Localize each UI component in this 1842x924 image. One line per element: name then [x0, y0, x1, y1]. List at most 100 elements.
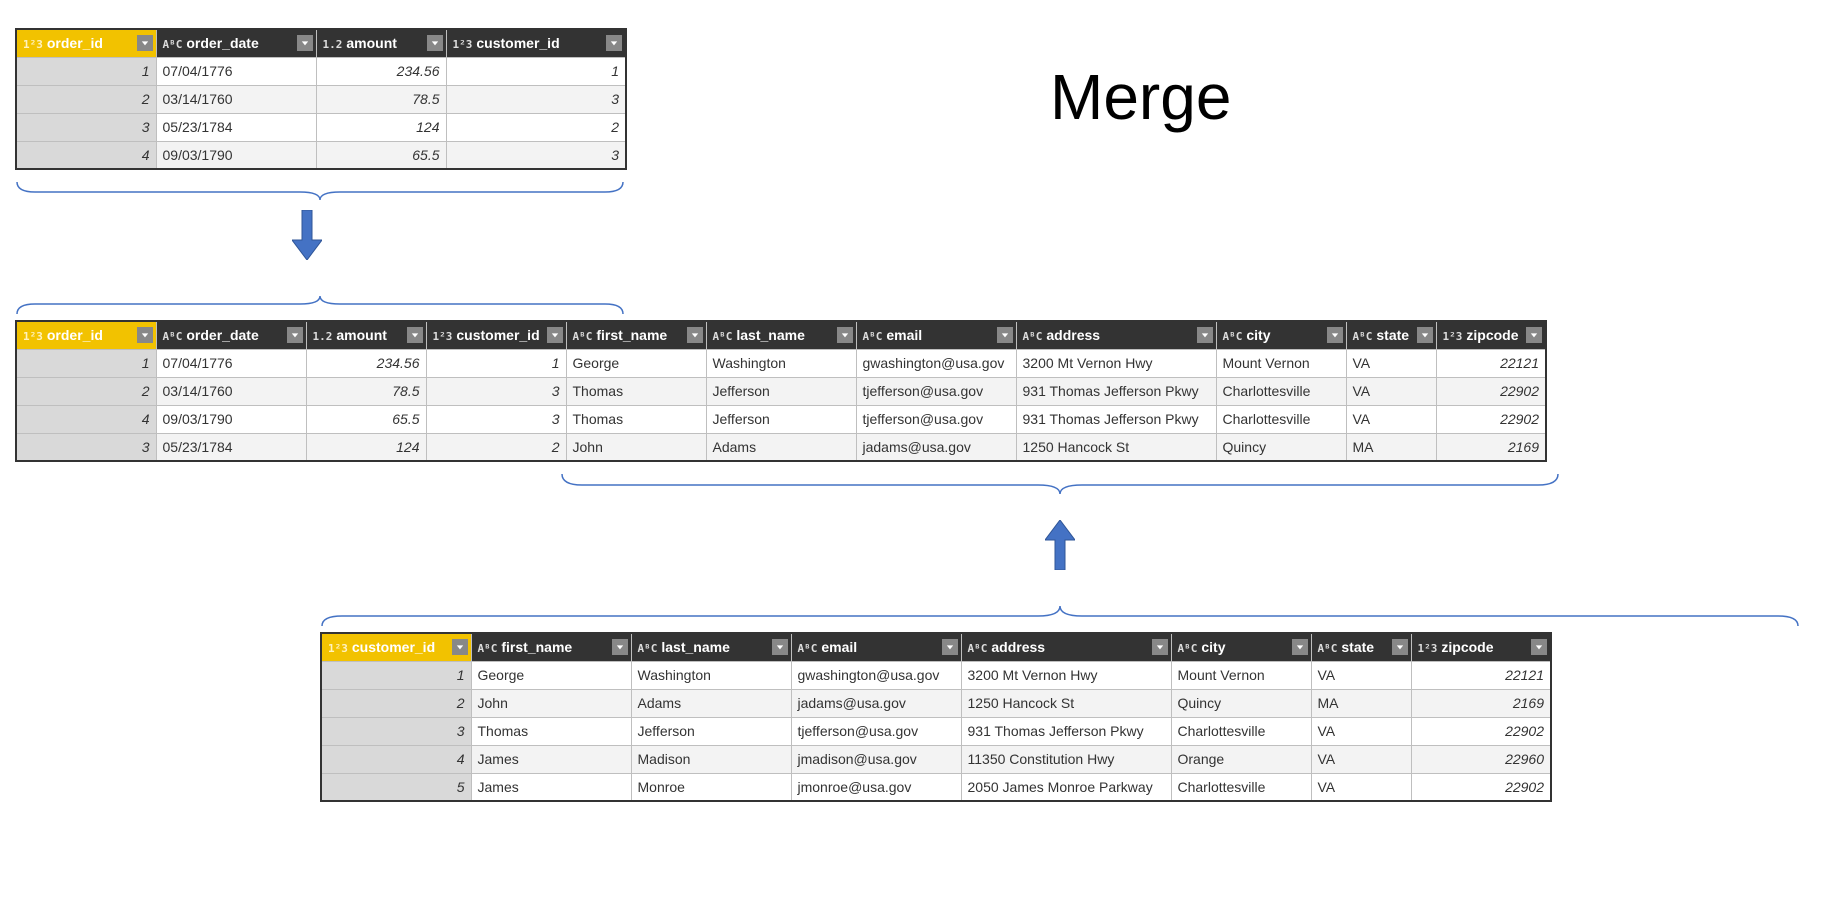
column-filter-dropdown[interactable] — [1292, 639, 1308, 655]
column-header-email[interactable]: AᴮCemail — [856, 321, 1016, 349]
column-header-first_name[interactable]: AᴮCfirst_name — [566, 321, 706, 349]
customers-table: 1²3customer_idAᴮCfirst_nameAᴮClast_nameA… — [320, 632, 1552, 802]
column-filter-dropdown[interactable] — [1327, 327, 1343, 343]
column-header-address[interactable]: AᴮCaddress — [961, 633, 1171, 661]
type-icon: 1.2 — [323, 38, 343, 51]
column-label: city — [1201, 639, 1225, 655]
column-header-address[interactable]: AᴮCaddress — [1016, 321, 1216, 349]
column-header-customer_id[interactable]: 1²3customer_id — [426, 321, 566, 349]
column-filter-dropdown[interactable] — [427, 35, 443, 51]
cell: MA — [1311, 689, 1411, 717]
column-header-city[interactable]: AᴮCcity — [1216, 321, 1346, 349]
cell: Charlottesville — [1216, 377, 1346, 405]
cell: Mount Vernon — [1171, 661, 1311, 689]
cell: 1250 Hancock St — [961, 689, 1171, 717]
column-filter-dropdown[interactable] — [137, 35, 153, 51]
cell: George — [566, 349, 706, 377]
cell: 2 — [426, 433, 566, 461]
column-header-order_date[interactable]: AᴮCorder_date — [156, 321, 306, 349]
cell: 22902 — [1436, 405, 1546, 433]
type-icon: AᴮC — [478, 642, 498, 655]
column-filter-dropdown[interactable] — [687, 327, 703, 343]
page-title: Merge — [1050, 60, 1231, 134]
column-filter-dropdown[interactable] — [547, 327, 563, 343]
column-filter-dropdown[interactable] — [1417, 327, 1433, 343]
orders-table: 1²3order_idAᴮCorder_date1.2amount1²3cust… — [15, 28, 627, 170]
column-filter-dropdown[interactable] — [612, 639, 628, 655]
cell: John — [471, 689, 631, 717]
cell: tjefferson@usa.gov — [856, 377, 1016, 405]
column-header-order_id[interactable]: 1²3order_id — [16, 29, 156, 57]
column-header-state[interactable]: AᴮCstate — [1346, 321, 1436, 349]
row-index: 2 — [321, 689, 471, 717]
column-header-state[interactable]: AᴮCstate — [1311, 633, 1411, 661]
column-header-amount[interactable]: 1.2amount — [316, 29, 446, 57]
type-icon: AᴮC — [1023, 330, 1043, 343]
type-icon: AᴮC — [1223, 330, 1243, 343]
column-filter-dropdown[interactable] — [407, 327, 423, 343]
cell: Charlottesville — [1216, 405, 1346, 433]
cell: 931 Thomas Jefferson Pkwy — [1016, 405, 1216, 433]
cell: George — [471, 661, 631, 689]
column-label: amount — [336, 327, 387, 343]
column-header-order_id[interactable]: 1²3order_id — [16, 321, 156, 349]
column-filter-dropdown[interactable] — [287, 327, 303, 343]
brace-merged-top — [15, 296, 625, 316]
column-label: state — [1376, 327, 1409, 343]
column-filter-dropdown[interactable] — [1152, 639, 1168, 655]
type-icon: AᴮC — [573, 330, 593, 343]
column-filter-dropdown[interactable] — [1392, 639, 1408, 655]
column-header-customer_id[interactable]: 1²3customer_id — [446, 29, 626, 57]
column-label: order_date — [186, 327, 258, 343]
table-row: 1GeorgeWashingtongwashington@usa.gov3200… — [321, 661, 1551, 689]
table-row: 409/03/179065.53 — [16, 141, 626, 169]
column-filter-dropdown[interactable] — [452, 639, 468, 655]
cell: VA — [1311, 745, 1411, 773]
type-icon: AᴮC — [713, 330, 733, 343]
column-filter-dropdown[interactable] — [1197, 327, 1213, 343]
column-label: first_name — [501, 639, 572, 655]
cell: 03/14/1760 — [156, 377, 306, 405]
cell: Monroe — [631, 773, 791, 801]
cell: Jefferson — [631, 717, 791, 745]
column-filter-dropdown[interactable] — [1531, 639, 1547, 655]
cell: 11350 Constitution Hwy — [961, 745, 1171, 773]
table-row: 305/23/17841242 — [16, 113, 626, 141]
column-header-customer_id[interactable]: 1²3customer_id — [321, 633, 471, 661]
cell: Quincy — [1216, 433, 1346, 461]
table-row: 2JohnAdamsjadams@usa.gov1250 Hancock StQ… — [321, 689, 1551, 717]
cell: 78.5 — [306, 377, 426, 405]
column-label: first_name — [596, 327, 667, 343]
cell: 65.5 — [306, 405, 426, 433]
table-row: 203/14/176078.53 — [16, 85, 626, 113]
column-filter-dropdown[interactable] — [942, 639, 958, 655]
column-header-first_name[interactable]: AᴮCfirst_name — [471, 633, 631, 661]
column-header-last_name[interactable]: AᴮClast_name — [706, 321, 856, 349]
table-row: 409/03/179065.53ThomasJeffersontjefferso… — [16, 405, 1546, 433]
row-index: 1 — [16, 349, 156, 377]
cell: 3 — [426, 377, 566, 405]
column-filter-dropdown[interactable] — [606, 35, 622, 51]
cell: James — [471, 773, 631, 801]
cell: Thomas — [566, 377, 706, 405]
column-label: customer_id — [456, 327, 539, 343]
cell: MA — [1346, 433, 1436, 461]
column-header-zipcode[interactable]: 1²3zipcode — [1411, 633, 1551, 661]
column-filter-dropdown[interactable] — [997, 327, 1013, 343]
cell: Quincy — [1171, 689, 1311, 717]
column-header-amount[interactable]: 1.2amount — [306, 321, 426, 349]
column-header-zipcode[interactable]: 1²3zipcode — [1436, 321, 1546, 349]
type-icon: 1.2 — [313, 330, 333, 343]
column-filter-dropdown[interactable] — [772, 639, 788, 655]
column-label: order_date — [186, 35, 258, 51]
column-header-order_date[interactable]: AᴮCorder_date — [156, 29, 316, 57]
column-filter-dropdown[interactable] — [1526, 327, 1542, 343]
column-header-email[interactable]: AᴮCemail — [791, 633, 961, 661]
column-filter-dropdown[interactable] — [297, 35, 313, 51]
row-index: 4 — [16, 141, 156, 169]
column-header-last_name[interactable]: AᴮClast_name — [631, 633, 791, 661]
row-index: 4 — [321, 745, 471, 773]
column-header-city[interactable]: AᴮCcity — [1171, 633, 1311, 661]
column-filter-dropdown[interactable] — [137, 327, 153, 343]
column-filter-dropdown[interactable] — [837, 327, 853, 343]
